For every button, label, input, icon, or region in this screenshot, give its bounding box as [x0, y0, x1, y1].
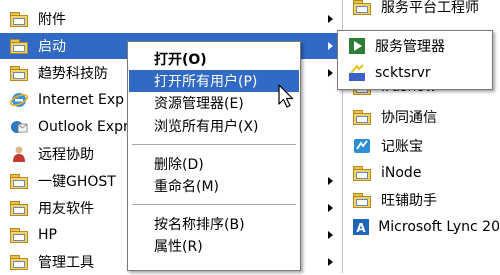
- folder-icon: [8, 62, 30, 84]
- menu-item-inode[interactable]: iNode: [343, 160, 500, 186]
- ctx-delete[interactable]: 删除(D): [129, 153, 299, 175]
- menu-item-label: 管理工具: [38, 255, 94, 271]
- ctx-separator: [132, 144, 296, 146]
- menu-item-ledger[interactable]: 记账宝: [343, 133, 500, 159]
- ctx-item-label: 属性(R): [154, 239, 203, 255]
- menu-item-label: 启动: [38, 39, 66, 55]
- ctx-item-label: 浏览所有用户(X): [154, 119, 259, 135]
- ctx-open-all-users[interactable]: 打开所有用户(P): [129, 70, 299, 92]
- ctx-item-label: 删除(D): [154, 157, 204, 173]
- menu-item-label: HP: [38, 227, 57, 243]
- menu-item-label: 用友软件: [38, 201, 94, 217]
- ctx-sort-by-name[interactable]: 按名称排序(B): [129, 213, 299, 235]
- folder-icon: [8, 170, 30, 192]
- menu-item-label: Microsoft Lync 20: [378, 219, 500, 235]
- submenu-arrow-icon: [328, 231, 333, 239]
- folder-icon: [351, 106, 373, 128]
- submenu-item-scktsrvr[interactable]: scktsrvr: [339, 60, 491, 86]
- remote-assistance-icon: [8, 143, 30, 165]
- ctx-item-label: 打开(O): [154, 52, 207, 68]
- menu-item-service-platform[interactable]: 服务平台工程师: [343, 0, 500, 20]
- menu-item-label: 记账宝: [381, 139, 423, 155]
- submenu-arrow-icon: [328, 177, 333, 185]
- submenu-item-label: scktsrvr: [375, 65, 431, 81]
- ctx-properties[interactable]: 属性(R): [129, 235, 299, 257]
- ctx-open[interactable]: 打开(O): [129, 48, 299, 70]
- menu-item-lync[interactable]: A Microsoft Lync 20: [343, 214, 500, 240]
- menu-item-collab-comm[interactable]: 协同通信: [343, 104, 500, 130]
- folder-icon: [8, 224, 30, 246]
- submenu-arrow-icon: [328, 69, 333, 77]
- submenu-item-service-manager[interactable]: 服务管理器: [339, 33, 491, 59]
- scktsrvr-icon: [347, 63, 367, 83]
- menu-item-accessories[interactable]: 附件: [0, 6, 343, 32]
- lync-icon: A: [351, 216, 370, 238]
- ctx-explorer[interactable]: 资源管理器(E): [129, 92, 299, 114]
- ctx-item-label: 打开所有用户(P): [154, 74, 258, 90]
- menu-item-label: Outlook Expr: [38, 119, 129, 135]
- menu-item-label: 远程协助: [38, 147, 94, 163]
- folder-icon: [8, 8, 30, 30]
- submenu-arrow-icon: [328, 204, 333, 212]
- service-manager-icon: [347, 36, 367, 56]
- menu-item-shop-helper[interactable]: 旺铺助手: [343, 187, 500, 213]
- ctx-item-label: 按名称排序(B): [154, 217, 245, 233]
- outlook-express-icon: [8, 116, 30, 138]
- ctx-separator: [132, 204, 296, 206]
- submenu-arrow-icon: [328, 258, 333, 266]
- ctx-rename[interactable]: 重命名(M): [129, 175, 299, 197]
- folder-icon: [351, 162, 373, 184]
- menu-item-label: 旺铺助手: [381, 193, 437, 209]
- submenu-item-label: 服务管理器: [375, 39, 445, 55]
- menu-item-label: Internet Exp: [38, 92, 125, 108]
- submenu-arrow-icon: [328, 42, 333, 50]
- folder-icon: [8, 251, 30, 273]
- folder-icon: [8, 197, 30, 219]
- context-menu: 打开(O) 打开所有用户(P) 资源管理器(E) 浏览所有用户(X) 删除(D)…: [127, 41, 301, 271]
- menu-item-label: iNode: [381, 165, 422, 181]
- folder-icon: [8, 35, 30, 57]
- menu-item-label: 附件: [38, 12, 66, 28]
- startup-submenu: 服务管理器 scktsrvr: [337, 30, 493, 90]
- ledger-icon: [351, 135, 373, 157]
- menu-item-label: 协同通信: [381, 110, 437, 126]
- menu-item-label: 服务平台工程师: [381, 0, 479, 16]
- ctx-item-label: 重命名(M): [154, 179, 220, 195]
- ctx-item-label: 资源管理器(E): [154, 96, 244, 112]
- menu-item-label: 趋势科技防: [38, 66, 108, 82]
- submenu-arrow-icon: [328, 15, 333, 23]
- menu-item-label: 一键GHOST: [38, 174, 116, 190]
- folder-icon: [351, 0, 373, 18]
- folder-icon: [351, 189, 373, 211]
- ctx-browse-all-users[interactable]: 浏览所有用户(X): [129, 115, 299, 137]
- svg-text:A: A: [356, 221, 366, 235]
- internet-explorer-icon: [8, 89, 30, 111]
